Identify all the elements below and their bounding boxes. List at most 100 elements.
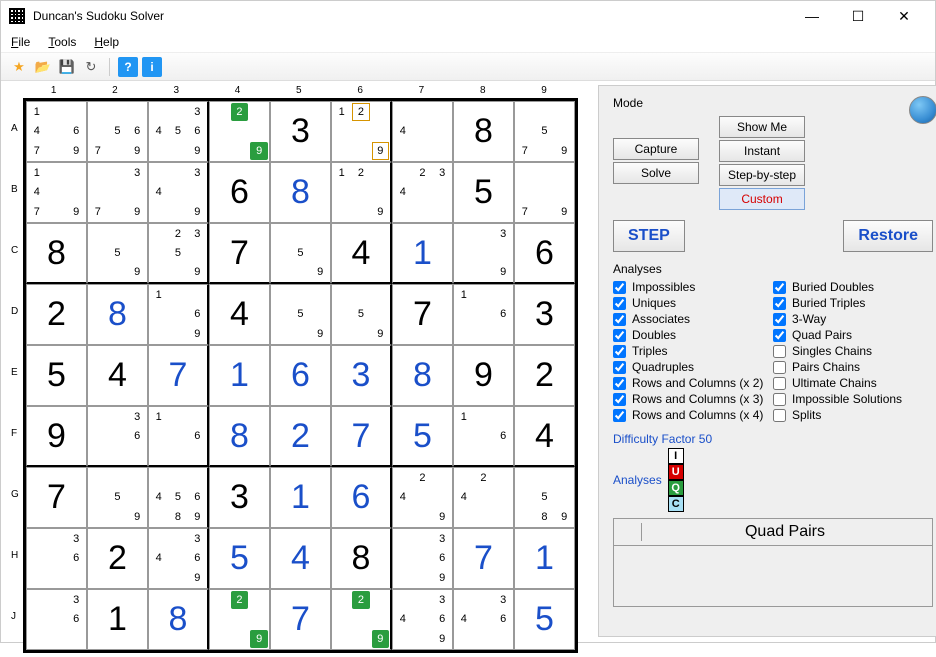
capture-button[interactable]: Capture — [613, 138, 699, 160]
sudoku-cell[interactable]: 5 — [392, 406, 453, 467]
restore-button[interactable]: Restore — [843, 220, 933, 252]
sudoku-cell[interactable]: 8 — [270, 162, 331, 223]
analysis-badge[interactable]: C — [668, 496, 684, 512]
sudoku-cell[interactable]: 1479 — [26, 162, 87, 223]
analysis-checkbox[interactable]: Buried Doubles — [773, 280, 933, 294]
sudoku-cell[interactable]: 8 — [453, 101, 514, 162]
info-icon[interactable]: i — [142, 57, 162, 77]
step-by-step-button[interactable]: Step-by-step — [719, 164, 805, 186]
sudoku-cell[interactable]: 346 — [453, 589, 514, 650]
sudoku-cell[interactable]: 59 — [331, 284, 392, 345]
sudoku-cell[interactable]: 3 — [209, 467, 270, 528]
sudoku-cell[interactable]: 3469 — [148, 528, 209, 589]
sudoku-cell[interactable]: 16 — [148, 406, 209, 467]
sudoku-cell[interactable]: 5 — [26, 345, 87, 406]
sudoku-cell[interactable]: 7 — [270, 589, 331, 650]
sudoku-cell[interactable]: 379 — [87, 162, 148, 223]
sudoku-cell[interactable]: 249 — [392, 467, 453, 528]
analysis-checkbox[interactable]: Rows and Columns (x 2) — [613, 376, 773, 390]
sudoku-cell[interactable]: 6 — [331, 467, 392, 528]
sudoku-cell[interactable]: 3469 — [392, 589, 453, 650]
sudoku-cell[interactable]: 3 — [331, 345, 392, 406]
sudoku-cell[interactable]: 2 — [87, 528, 148, 589]
sudoku-cell[interactable]: 1 — [209, 345, 270, 406]
analysis-checkbox[interactable]: Triples — [613, 344, 773, 358]
sudoku-cell[interactable]: 1 — [392, 223, 453, 284]
rotate-icon[interactable]: ↻ — [81, 57, 101, 77]
close-button[interactable]: ✕ — [881, 1, 927, 31]
analysis-checkbox[interactable]: Ultimate Chains — [773, 376, 933, 390]
sudoku-cell[interactable]: 45689 — [148, 467, 209, 528]
analysis-badge[interactable]: Q — [668, 480, 684, 496]
save-icon[interactable]: 💾 — [57, 57, 77, 77]
analysis-checkbox[interactable]: Pairs Chains — [773, 360, 933, 374]
sudoku-cell[interactable]: 1 — [87, 589, 148, 650]
sudoku-cell[interactable]: 36 — [26, 528, 87, 589]
sudoku-cell[interactable]: 2 — [26, 284, 87, 345]
sudoku-cell[interactable]: 3 — [270, 101, 331, 162]
sudoku-cell[interactable]: 79 — [514, 162, 575, 223]
sudoku-cell[interactable]: 59 — [270, 284, 331, 345]
minimize-button[interactable]: — — [789, 1, 835, 31]
sudoku-cell[interactable]: 16 — [453, 284, 514, 345]
sudoku-cell[interactable]: 9 — [26, 406, 87, 467]
star-icon[interactable]: ★ — [9, 57, 29, 77]
analysis-checkbox[interactable]: Impossibles — [613, 280, 773, 294]
solve-button[interactable]: Solve — [613, 162, 699, 184]
sudoku-cell[interactable]: 1 — [514, 528, 575, 589]
analysis-checkbox[interactable]: Splits — [773, 408, 933, 422]
sudoku-cell[interactable]: 6 — [270, 345, 331, 406]
sudoku-cell[interactable]: 4 — [209, 284, 270, 345]
sudoku-cell[interactable]: 2 — [270, 406, 331, 467]
sudoku-cell[interactable]: 36 — [87, 406, 148, 467]
sudoku-cell[interactable]: 29 — [209, 101, 270, 162]
sudoku-cell[interactable]: 349 — [148, 162, 209, 223]
menu-tools[interactable]: Tools — [48, 35, 76, 49]
analysis-checkbox[interactable]: Uniques — [613, 296, 773, 310]
globe-icon[interactable] — [909, 96, 936, 124]
sudoku-cell[interactable]: 5 — [514, 589, 575, 650]
sudoku-cell[interactable]: 8 — [87, 284, 148, 345]
sudoku-cell[interactable]: 4 — [270, 528, 331, 589]
sudoku-cell[interactable]: 234 — [392, 162, 453, 223]
sudoku-cell[interactable]: 59 — [270, 223, 331, 284]
analysis-badge[interactable]: U — [668, 464, 684, 480]
analysis-checkbox[interactable]: Quadruples — [613, 360, 773, 374]
sudoku-cell[interactable]: 8 — [148, 589, 209, 650]
result-tab[interactable] — [618, 523, 642, 541]
maximize-button[interactable]: ☐ — [835, 1, 881, 31]
analysis-checkbox[interactable]: 3-Way — [773, 312, 933, 326]
sudoku-cell[interactable]: 59 — [87, 467, 148, 528]
analysis-checkbox[interactable]: Singles Chains — [773, 344, 933, 358]
sudoku-cell[interactable]: 8 — [26, 223, 87, 284]
folder-open-icon[interactable]: 📂 — [33, 57, 53, 77]
analysis-checkbox[interactable]: Impossible Solutions — [773, 392, 933, 406]
sudoku-cell[interactable]: 4 — [392, 101, 453, 162]
sudoku-cell[interactable]: 29 — [331, 589, 392, 650]
sudoku-cell[interactable]: 16 — [453, 406, 514, 467]
sudoku-cell[interactable]: 36 — [26, 589, 87, 650]
menu-file[interactable]: File — [11, 35, 30, 49]
custom-button[interactable]: Custom — [719, 188, 805, 210]
analysis-checkbox[interactable]: Rows and Columns (x 4) — [613, 408, 773, 422]
sudoku-cell[interactable]: 14679 — [26, 101, 87, 162]
analysis-checkbox[interactable]: Associates — [613, 312, 773, 326]
sudoku-cell[interactable]: 7 — [392, 284, 453, 345]
sudoku-cell[interactable]: 7 — [453, 528, 514, 589]
sudoku-cell[interactable]: 369 — [392, 528, 453, 589]
sudoku-cell[interactable]: 6 — [514, 223, 575, 284]
sudoku-cell[interactable]: 59 — [87, 223, 148, 284]
sudoku-cell[interactable]: 4 — [87, 345, 148, 406]
sudoku-cell[interactable]: 24 — [453, 467, 514, 528]
step-button[interactable]: STEP — [613, 220, 685, 252]
sudoku-cell[interactable]: 129 — [331, 162, 392, 223]
analysis-checkbox[interactable]: Doubles — [613, 328, 773, 342]
analysis-checkbox[interactable]: Rows and Columns (x 3) — [613, 392, 773, 406]
sudoku-cell[interactable]: 589 — [514, 467, 575, 528]
help-icon[interactable]: ? — [118, 57, 138, 77]
sudoku-cell[interactable]: 29 — [209, 589, 270, 650]
sudoku-cell[interactable]: 1 — [270, 467, 331, 528]
sudoku-cell[interactable]: 7 — [331, 406, 392, 467]
sudoku-cell[interactable]: 5 — [453, 162, 514, 223]
instant-button[interactable]: Instant — [719, 140, 805, 162]
